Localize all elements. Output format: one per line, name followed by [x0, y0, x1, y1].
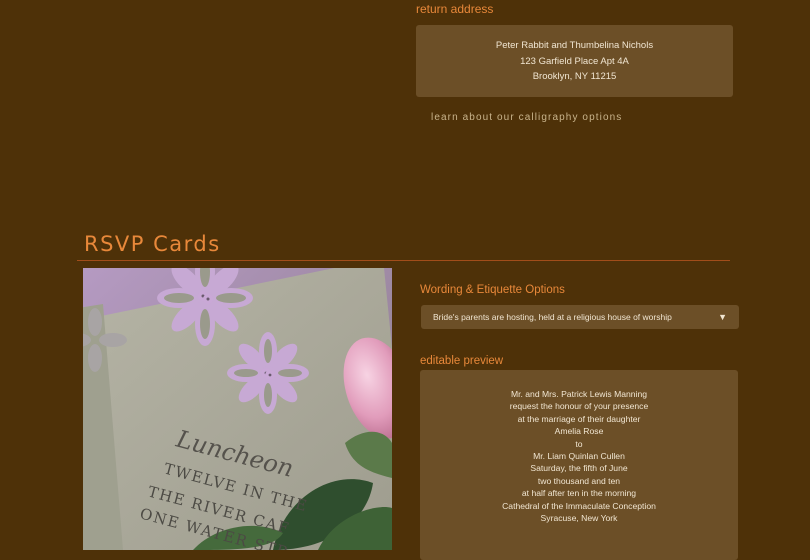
wording-options-select[interactable]: Bride's parents are hosting, held at a r…	[421, 305, 739, 329]
preview-line: to	[575, 438, 583, 449]
preview-line: Cathedral of the Immaculate Conception	[502, 500, 656, 511]
return-address-line: 123 Garfield Place Apt 4A	[520, 55, 629, 67]
preview-line: two thousand and ten	[537, 475, 621, 486]
return-address-line: Peter Rabbit and Thumbelina Nichols	[495, 40, 654, 51]
rsvp-section-title: RSVP Cards	[84, 232, 221, 256]
preview-line: Mr. and Mrs. Patrick Lewis Manning	[510, 389, 648, 399]
preview-line: Saturday, the fifth of June	[530, 463, 628, 474]
calligraphy-options-link[interactable]: learn about our calligraphy options	[431, 112, 622, 123]
preview-line: Mr. Liam Quinlan Cullen	[533, 451, 625, 462]
preview-line: Amelia Rose	[554, 426, 604, 437]
card-photo-illustration: Luncheon TWELVE IN THE THE RIVER CAF ONE…	[83, 268, 392, 550]
preview-line: Syracuse, New York	[540, 513, 618, 524]
wording-options-label: Wording & Etiquette Options	[420, 284, 565, 296]
return-address-label: return address	[416, 2, 494, 16]
triangle-down-icon[interactable]: ▼	[718, 312, 727, 322]
section-divider	[77, 260, 730, 261]
rsvp-card-photo: Luncheon TWELVE IN THE THE RIVER CAF ONE…	[83, 268, 392, 550]
return-address-line: Brooklyn, NY 11215	[532, 71, 617, 82]
editable-preview-box[interactable]: Mr. and Mrs. Patrick Lewis Manning reque…	[420, 370, 738, 560]
preview-line: request the honour of your presence	[509, 401, 649, 412]
return-address-box[interactable]: Peter Rabbit and Thumbelina Nichols 123 …	[416, 25, 733, 97]
preview-line: at the marriage of their daughter	[517, 413, 641, 424]
wording-selected-value: Bride's parents are hosting, held at a r…	[433, 312, 672, 322]
editable-preview-label: editable preview	[420, 355, 504, 367]
preview-line: at half after ten in the morning	[521, 488, 637, 499]
